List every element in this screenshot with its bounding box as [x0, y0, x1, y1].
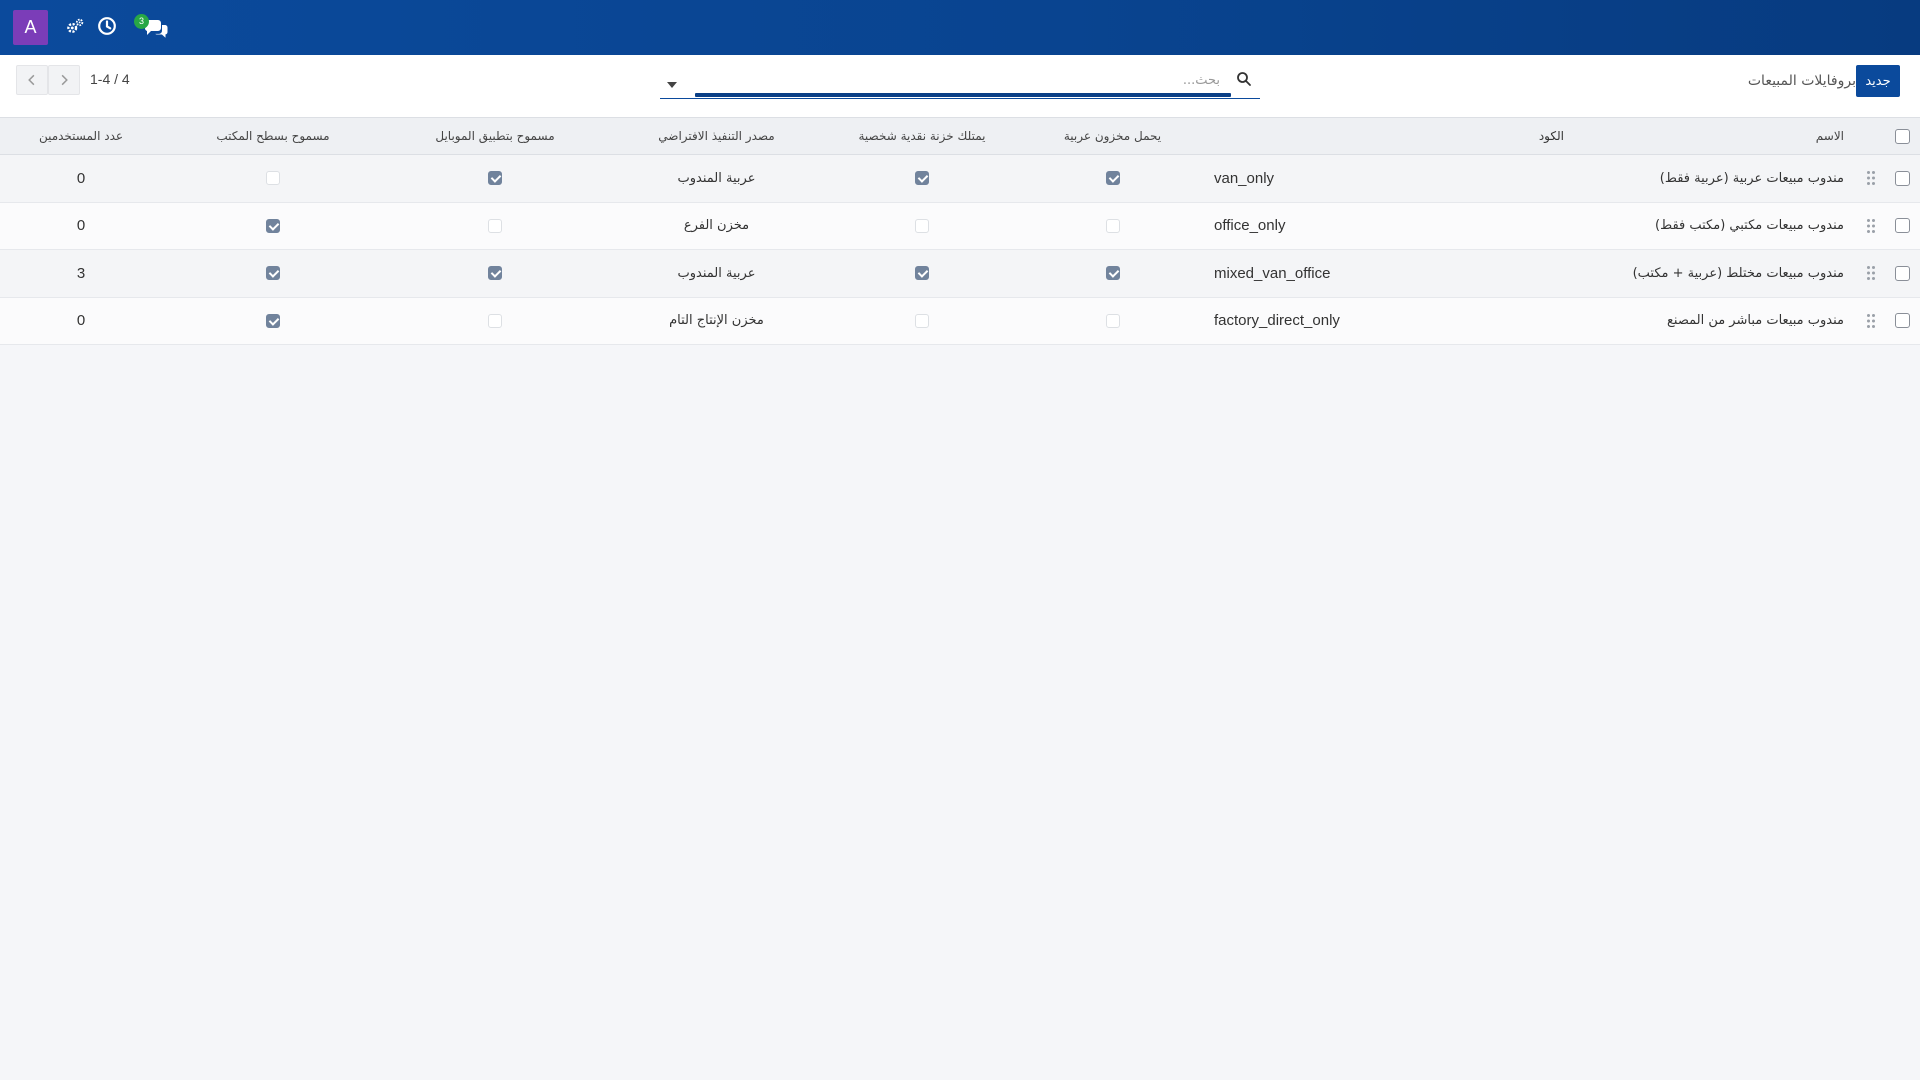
top-navbar: A 3	[0, 0, 1920, 55]
sales-profiles-table: الاسم الكود يحمل مخزون عربية يمتلك خزنة …	[0, 117, 1920, 345]
row-select-checkbox[interactable]	[1894, 218, 1910, 234]
table-row[interactable]: مندوب مبيعات مكتبي (مكتب فقط) office_onl…	[0, 202, 1920, 250]
row-drag-cell	[1858, 297, 1884, 345]
table-row[interactable]: مندوب مبيعات مباشر من المصنع factory_dir…	[0, 297, 1920, 345]
desktop-checkbox[interactable]	[266, 266, 280, 281]
list-view: الاسم الكود يحمل مخزون عربية يمتلك خزنة …	[0, 117, 1920, 345]
search-icon[interactable]	[1236, 71, 1252, 87]
column-header-cash-box[interactable]: يمتلك خزنة نقدية شخصية	[827, 117, 1017, 155]
column-header-code[interactable]: الكود	[1208, 117, 1570, 155]
cell-users: 3	[76, 264, 86, 282]
column-header-desktop[interactable]: مسموح بسطح المكتب	[162, 117, 384, 155]
cell-desktop	[162, 202, 384, 250]
cash-box-checkbox[interactable]	[915, 171, 929, 186]
mobile-checkbox[interactable]	[488, 171, 502, 186]
drag-header-cell	[1858, 117, 1884, 155]
van-stock-checkbox[interactable]	[1105, 313, 1120, 328]
cell-van-stock	[1017, 297, 1208, 345]
cell-source: مخزن الإنتاج التام	[669, 313, 764, 329]
table-header-row: الاسم الكود يحمل مخزون عربية يمتلك خزنة …	[0, 117, 1920, 155]
cell-desktop	[162, 155, 384, 203]
cell-name: مندوب مبيعات مختلط (عربية + مكتب)	[1632, 265, 1844, 281]
cell-van-stock	[1017, 202, 1208, 250]
cell-name: مندوب مبيعات عربية (عربية فقط)	[1659, 170, 1844, 186]
cell-cash-box	[827, 297, 1017, 345]
mobile-checkbox[interactable]	[488, 266, 502, 281]
cell-cash-box	[827, 202, 1017, 250]
van-stock-checkbox[interactable]	[1105, 266, 1120, 281]
desktop-checkbox[interactable]	[266, 313, 280, 328]
desktop-checkbox[interactable]	[266, 218, 280, 233]
cell-users: 0	[76, 217, 86, 235]
cell-code: office_only	[1214, 217, 1286, 235]
desktop-checkbox[interactable]	[266, 171, 280, 186]
settings-gears-icon[interactable]	[64, 16, 86, 38]
breadcrumb: بروفايلات المبيعات	[1747, 73, 1856, 89]
search-underline	[695, 93, 1231, 97]
row-select-cell	[1884, 202, 1920, 250]
search-bar	[660, 67, 1260, 99]
cell-mobile	[384, 250, 606, 298]
column-header-name[interactable]: الاسم	[1570, 117, 1858, 155]
table-row[interactable]: مندوب مبيعات عربية (عربية فقط) van_only …	[0, 154, 1920, 203]
cash-box-checkbox[interactable]	[915, 313, 929, 328]
column-header-van-stock[interactable]: يحمل مخزون عربية	[1017, 117, 1208, 155]
cell-users: 0	[76, 312, 86, 330]
row-drag-cell	[1858, 250, 1884, 298]
new-button[interactable]: جديد	[1856, 65, 1900, 97]
row-select-checkbox[interactable]	[1894, 313, 1910, 329]
column-header-users[interactable]: عدد المستخدمين	[0, 117, 162, 155]
search-input[interactable]	[695, 69, 1220, 91]
pager-previous-button[interactable]	[16, 65, 48, 95]
row-select-checkbox[interactable]	[1894, 265, 1910, 281]
mobile-checkbox[interactable]	[488, 313, 502, 328]
select-all-cell	[1884, 117, 1920, 155]
cash-box-checkbox[interactable]	[915, 266, 929, 281]
history-clock-icon[interactable]	[96, 15, 118, 37]
row-drag-cell	[1858, 155, 1884, 203]
column-header-mobile[interactable]: مسموح بتطبيق الموبايل	[384, 117, 606, 155]
select-all-checkbox[interactable]	[1894, 128, 1910, 144]
row-select-cell	[1884, 250, 1920, 298]
cell-cash-box	[827, 250, 1017, 298]
cell-code: factory_direct_only	[1214, 312, 1340, 330]
user-avatar[interactable]: A	[13, 10, 48, 45]
cell-name: مندوب مبيعات مكتبي (مكتب فقط)	[1655, 218, 1844, 234]
van-stock-checkbox[interactable]	[1105, 171, 1120, 186]
cell-source: عربية المندوب	[677, 265, 756, 281]
pager-value: 1-4 / 4	[90, 71, 130, 87]
drag-handle-icon[interactable]	[1866, 265, 1876, 281]
column-header-source[interactable]: مصدر التنفيذ الافتراضي	[606, 117, 827, 155]
cell-van-stock	[1017, 250, 1208, 298]
pager-next-button[interactable]	[48, 65, 80, 95]
drag-handle-icon[interactable]	[1866, 218, 1876, 234]
van-stock-checkbox[interactable]	[1105, 218, 1120, 233]
cell-name: مندوب مبيعات مباشر من المصنع	[1666, 313, 1844, 329]
cell-mobile	[384, 202, 606, 250]
cell-cash-box	[827, 155, 1017, 203]
mobile-checkbox[interactable]	[488, 218, 502, 233]
row-drag-cell	[1858, 202, 1884, 250]
cell-source: عربية المندوب	[677, 170, 756, 186]
cell-users: 0	[76, 169, 86, 187]
cell-mobile	[384, 297, 606, 345]
cell-van-stock	[1017, 155, 1208, 203]
drag-handle-icon[interactable]	[1866, 313, 1876, 329]
row-select-cell	[1884, 155, 1920, 203]
cell-desktop	[162, 250, 384, 298]
row-select-checkbox[interactable]	[1894, 170, 1910, 186]
chat-badge: 3	[134, 14, 149, 29]
cell-mobile	[384, 155, 606, 203]
drag-handle-icon[interactable]	[1866, 170, 1876, 186]
cell-code: mixed_van_office	[1214, 264, 1331, 282]
control-panel: جديد بروفايلات المبيعات 1-4 / 4	[0, 55, 1920, 117]
cash-box-checkbox[interactable]	[915, 218, 929, 233]
cell-desktop	[162, 297, 384, 345]
search-options-caret-icon[interactable]	[666, 75, 678, 88]
cell-source: مخزن الفرع	[683, 218, 750, 234]
cell-code: van_only	[1214, 169, 1275, 187]
table-row[interactable]: مندوب مبيعات مختلط (عربية + مكتب) mixed_…	[0, 249, 1920, 298]
row-select-cell	[1884, 297, 1920, 345]
